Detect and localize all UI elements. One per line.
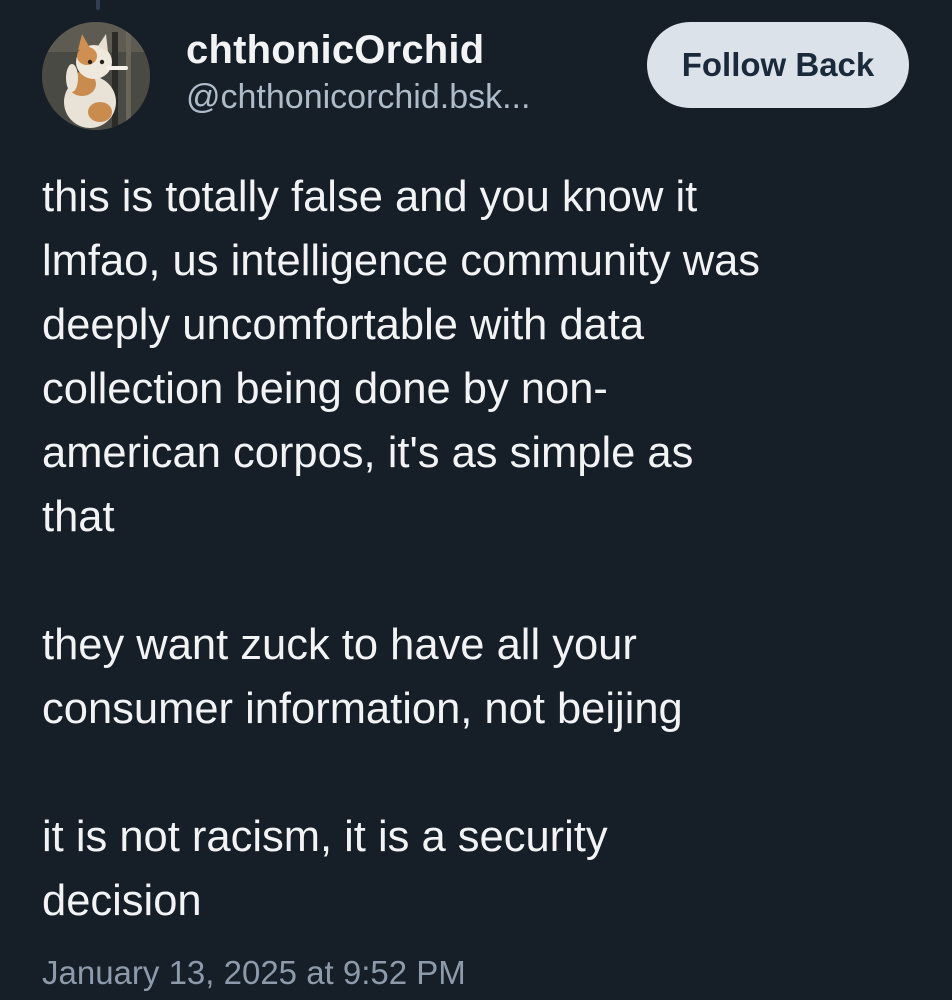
post-paragraph: this is totally false and you know it lm… (42, 173, 761, 541)
author-display-name[interactable]: chthonicOrchid (186, 26, 626, 74)
thread-connector-line (96, 0, 100, 10)
author-info: chthonicOrchid @chthonicorchid.bsk... (186, 26, 626, 120)
post-timestamp: January 13, 2025 at 9:52 PM (42, 954, 466, 991)
follow-back-button[interactable]: Follow Back (647, 22, 909, 108)
post-header: chthonicOrchid @chthonicorchid.bsk... Fo… (42, 22, 912, 132)
post-paragraph: they want zuck to have all your consumer… (42, 621, 683, 733)
cat-avatar-icon (42, 22, 150, 130)
post-text: this is totally false and you know it lm… (42, 165, 922, 933)
post-paragraph: it is not racism, it is a security decis… (42, 813, 608, 925)
avatar[interactable] (42, 22, 150, 130)
author-handle[interactable]: @chthonicorchid.bsk... (186, 74, 626, 120)
